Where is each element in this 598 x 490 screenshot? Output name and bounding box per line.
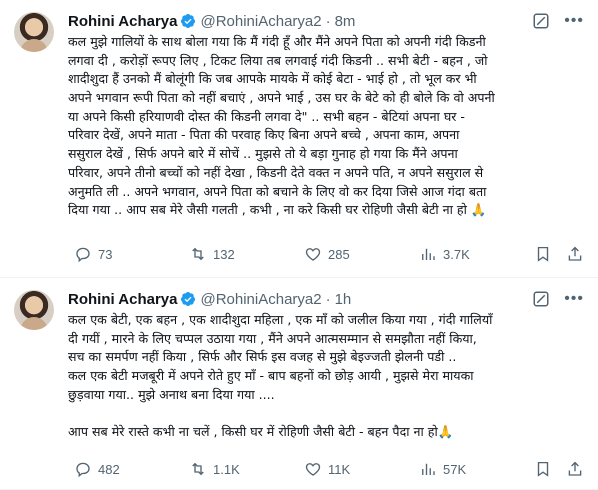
reply-icon bbox=[76, 247, 90, 263]
avatar[interactable] bbox=[14, 290, 54, 330]
retweet-icon bbox=[192, 247, 204, 261]
tweet-line: शादीशुदा हैं उनको मैं बोलूंगी कि जब आपके… bbox=[68, 71, 477, 87]
tweet-line: दी गयीं , मारने के लिए चप्पल उठाया गया ,… bbox=[68, 330, 477, 346]
views-button[interactable]: 57K bbox=[419, 460, 509, 478]
right-actions bbox=[534, 460, 584, 478]
tweet-header: Rohini Acharya @RohiniAcharya2 · 1h bbox=[68, 288, 582, 310]
verified-badge-icon bbox=[181, 14, 196, 28]
tweet-text: कल एक बेटी, एक बहन , एक शादीशुदा महिला ,… bbox=[68, 311, 582, 442]
like-count: 285 bbox=[328, 246, 350, 262]
top-actions: ••• bbox=[532, 12, 584, 30]
verified-badge-icon bbox=[181, 292, 196, 306]
views-icon bbox=[422, 463, 435, 475]
tweet-line: लगवा दी , करोड़ों रूपए लिए , टिकट लिया त… bbox=[68, 52, 488, 68]
retweet-button[interactable]: 1.1K bbox=[189, 460, 279, 478]
views-count: 3.7K bbox=[443, 246, 470, 262]
grok-icon[interactable] bbox=[532, 12, 550, 30]
action-bar: 482 1.1K 11K 57K bbox=[74, 460, 584, 478]
author-name[interactable]: Rohini Acharya bbox=[68, 13, 177, 30]
tweet-line: या अपने किसी हरियाणवी दोस्त की किडनी लगव… bbox=[68, 108, 465, 124]
like-button[interactable]: 285 bbox=[304, 245, 394, 263]
tweet-line: परिवार देखें, अपने माता - पिता की परवाह … bbox=[68, 127, 460, 143]
reply-count: 73 bbox=[98, 246, 113, 262]
tweet-line: कल एक बेटी मजबूरी में अपने रोते हुए माँ … bbox=[68, 368, 474, 384]
views-icon bbox=[422, 248, 435, 260]
author-handle[interactable]: @RohiniAcharya2 bbox=[200, 13, 321, 30]
tweet-line: ससुराल देखें , सिर्फ अपने बारे में सोचें… bbox=[68, 146, 458, 162]
avatar[interactable] bbox=[14, 12, 54, 52]
tweet-line: अपने भगवान रूपी पिता को नहीं बचाएं , अपन… bbox=[68, 90, 495, 106]
grok-icon[interactable] bbox=[532, 290, 550, 308]
timestamp[interactable]: 8m bbox=[335, 13, 356, 30]
reply-icon bbox=[76, 462, 90, 478]
share-icon[interactable] bbox=[566, 245, 584, 263]
bookmark-icon[interactable] bbox=[534, 245, 552, 263]
retweet-icon bbox=[192, 462, 204, 476]
reply-button[interactable]: 482 bbox=[74, 460, 164, 478]
tweet-line: सच का समर्पण नहीं किया , सिर्फ और सिर्फ … bbox=[68, 349, 457, 365]
top-actions: ••• bbox=[532, 290, 584, 308]
heart-icon bbox=[305, 248, 321, 261]
tweet-line: कल एक बेटी, एक बहन , एक शादीशुदा महिला ,… bbox=[68, 312, 493, 327]
tweet-line: दिया गया .. आप सब मेरे जैसी गलती , कभी ,… bbox=[68, 202, 487, 218]
reply-count: 482 bbox=[98, 461, 120, 477]
tweet-line: कल मुझे गालियों के साथ बोला गया कि मैं ग… bbox=[68, 34, 486, 49]
separator-dot: · bbox=[325, 12, 331, 30]
tweet-1[interactable]: Rohini Acharya @RohiniAcharya2 · 8m ••• … bbox=[0, 0, 598, 278]
views-count: 57K bbox=[443, 461, 467, 477]
heart-icon bbox=[305, 463, 321, 476]
retweet-count: 132 bbox=[213, 246, 235, 262]
bookmark-icon[interactable] bbox=[534, 460, 552, 478]
retweet-button[interactable]: 132 bbox=[189, 245, 279, 263]
author-name[interactable]: Rohini Acharya bbox=[68, 291, 177, 308]
more-icon[interactable]: ••• bbox=[564, 12, 584, 30]
action-bar: 73 132 285 3.7K bbox=[74, 245, 584, 263]
separator-dot: · bbox=[325, 290, 331, 308]
tweet-line: परिवार, अपने तीनो बच्चों को नहीं देखा , … bbox=[68, 164, 484, 180]
share-icon[interactable] bbox=[566, 460, 584, 478]
retweet-count: 1.1K bbox=[213, 461, 240, 477]
right-actions bbox=[534, 245, 584, 263]
tweet-line: छुड़वाया गया.. मुझे अनाथ बना दिया गया ..… bbox=[68, 386, 275, 402]
tweet-line: अनुमति ली .. अपने भगवान, अपने पिता को बच… bbox=[68, 183, 487, 199]
author-handle[interactable]: @RohiniAcharya2 bbox=[200, 291, 321, 308]
timestamp[interactable]: 1h bbox=[335, 291, 352, 308]
more-icon[interactable]: ••• bbox=[564, 290, 584, 308]
tweet-header: Rohini Acharya @RohiniAcharya2 · 8m bbox=[68, 10, 582, 32]
tweet-text: कल मुझे गालियों के साथ बोला गया कि मैं ग… bbox=[68, 33, 582, 220]
tweet-2[interactable]: Rohini Acharya @RohiniAcharya2 · 1h ••• … bbox=[0, 278, 598, 490]
reply-button[interactable]: 73 bbox=[74, 245, 164, 263]
views-button[interactable]: 3.7K bbox=[419, 245, 509, 263]
tweet-line: आप सब मेरे रास्ते कभी ना चलें , किसी घर … bbox=[68, 424, 454, 440]
like-count: 11K bbox=[328, 461, 351, 477]
like-button[interactable]: 11K bbox=[304, 460, 394, 478]
